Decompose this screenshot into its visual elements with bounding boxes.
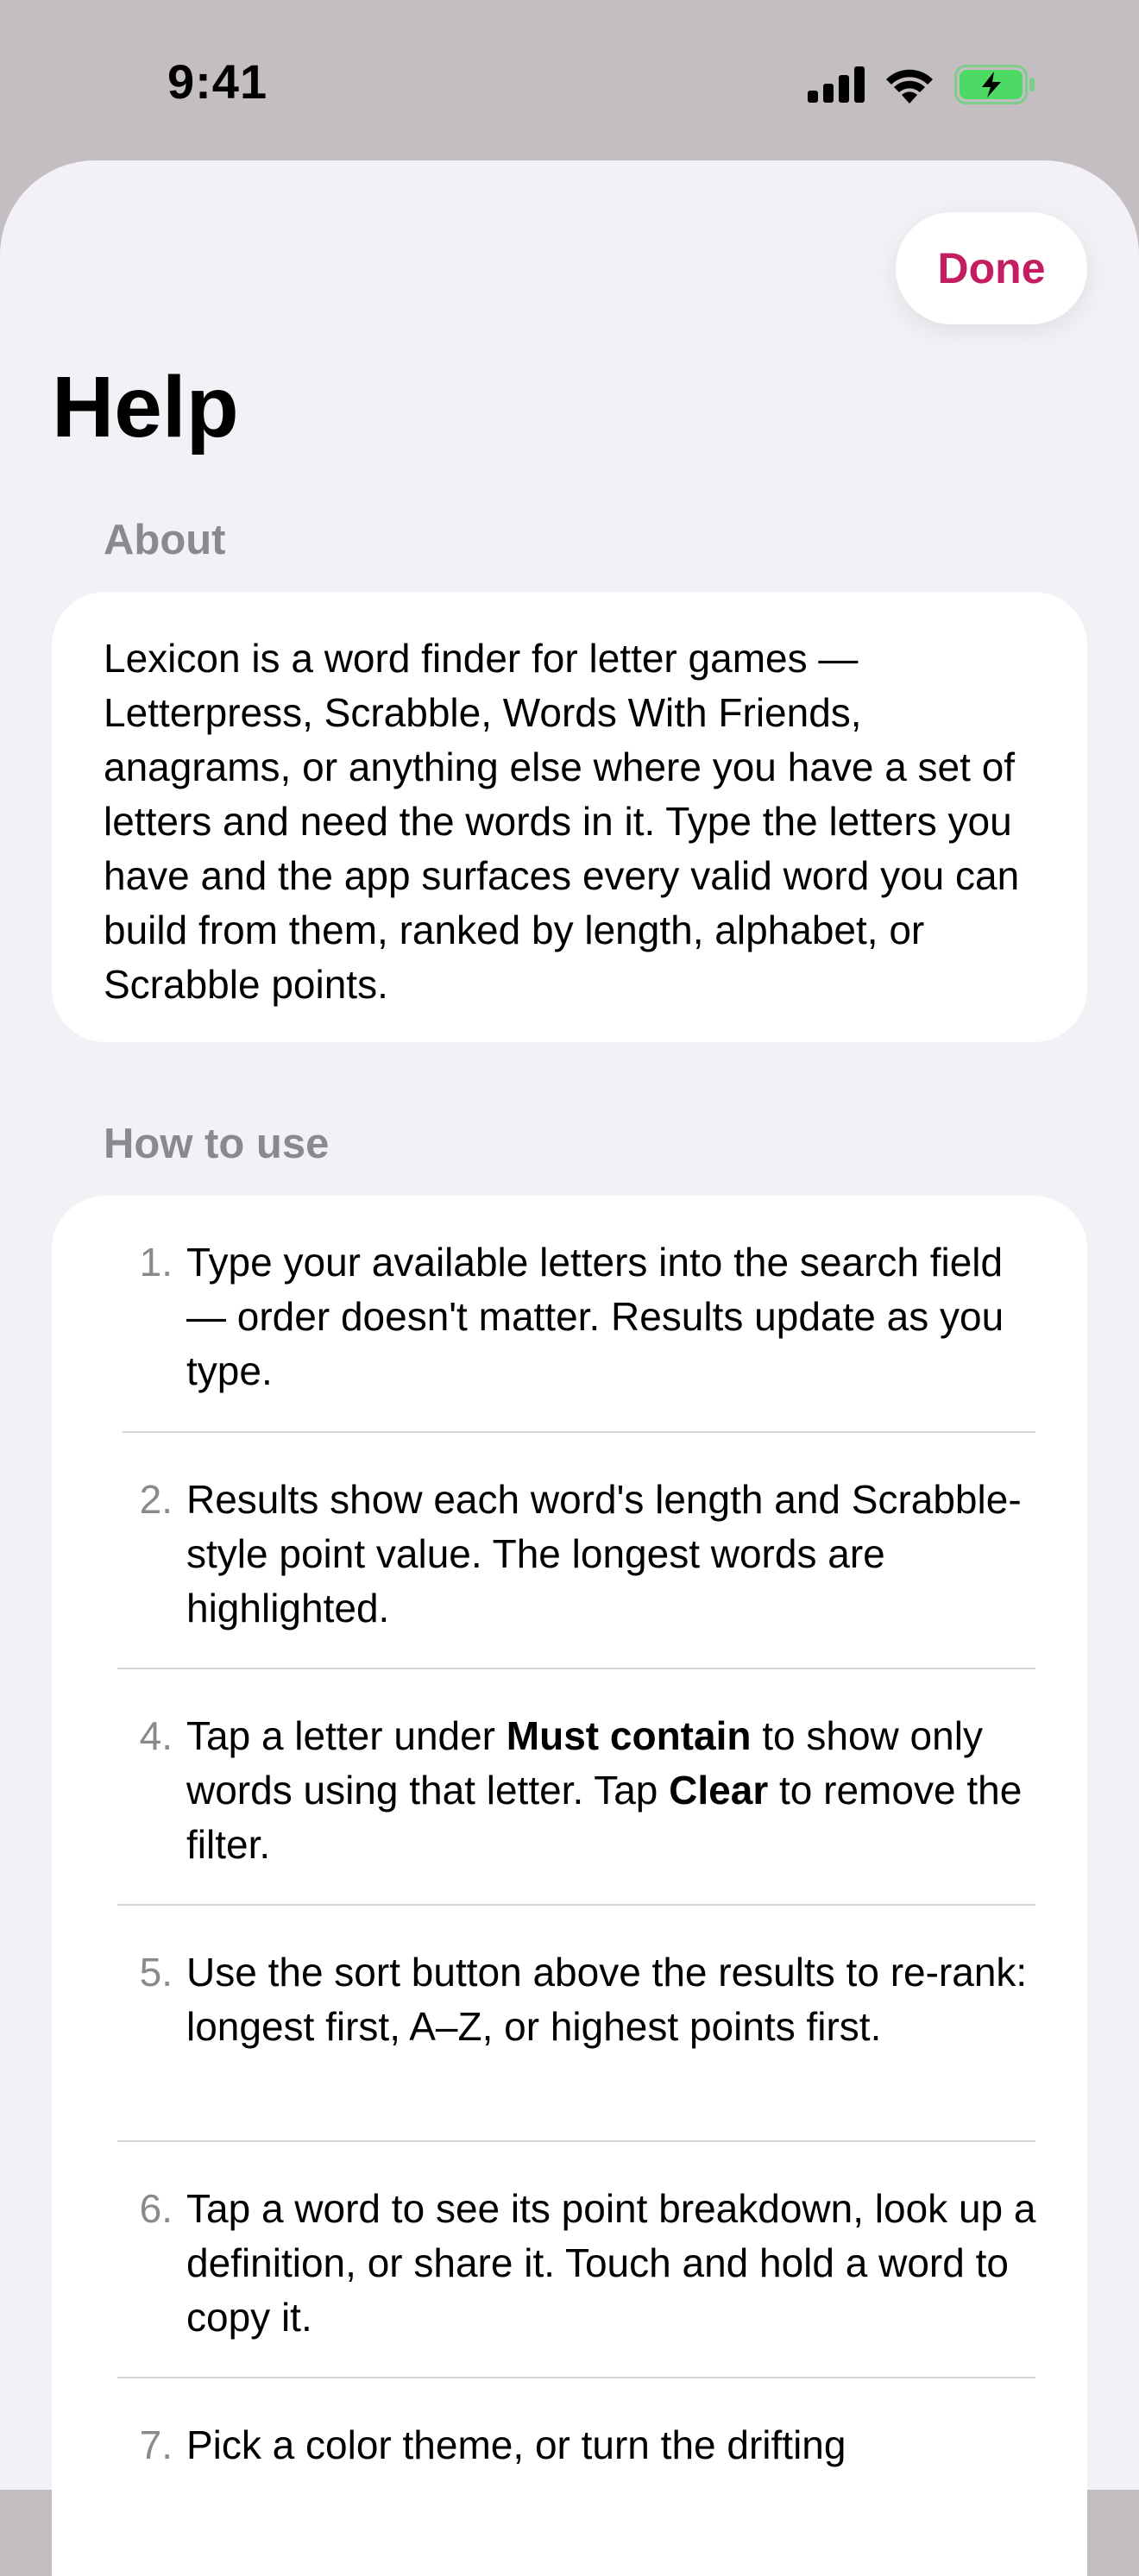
step-text: Use the sort button above the results to… [186,1950,1028,2049]
step-number: 7. [139,2422,173,2467]
step-text-part: Tap a letter under [186,1713,507,1758]
step-number: 4. [139,1713,173,1758]
must-contain-label: Must contain [506,1713,752,1758]
step-item: 6. Tap a word to see its point breakdown… [52,2142,1087,2378]
done-button[interactable]: Done [896,212,1087,324]
how-to-use-card: 1. Type your available letters into the … [52,1196,1087,2576]
step-number: 6. [139,2186,173,2231]
wifi-icon [886,69,933,104]
status-bar: 9:41 [0,0,1139,160]
help-sheet: Done Help About Lexicon is a word finder… [0,160,1139,2576]
battery-charging-icon [954,65,1035,104]
step-text: Type your available letters into the sea… [186,1240,1004,1393]
status-time: 9:41 [167,54,268,109]
step-item: 2. Results show each word's length and S… [52,1433,1087,1669]
about-section-header: About [104,517,226,563]
step-text: Tap a word to see its point breakdown, l… [186,2186,1036,2340]
step-item: 5. Use the sort button above the results… [52,1906,1087,2142]
clear-label: Clear [669,1768,769,1813]
step-item: 4. Tap a letter under Must contain to sh… [52,1669,1087,1906]
step-number: 5. [139,1950,173,1995]
about-card: Lexicon is a word finder for letter game… [52,592,1087,1042]
step-number: 1. [139,1240,173,1285]
step-text: Pick a color theme, or turn the drifting [186,2422,846,2467]
step-text: Tap a letter under Must contain to show … [186,1713,1022,1867]
about-text: Lexicon is a word finder for letter game… [104,636,1020,1007]
how-to-use-section-header: How to use [104,1121,330,1167]
step-text: Results show each word's length and Scra… [186,1477,1022,1630]
step-number: 2. [139,1477,173,1522]
cellular-signal-icon [808,66,865,103]
step-item: 7. Pick a color theme, or turn the drift… [52,2378,1087,2512]
status-icons [808,60,1035,109]
step-item: 1. Type your available letters into the … [52,1196,1087,1433]
page-title: Help [52,359,239,456]
